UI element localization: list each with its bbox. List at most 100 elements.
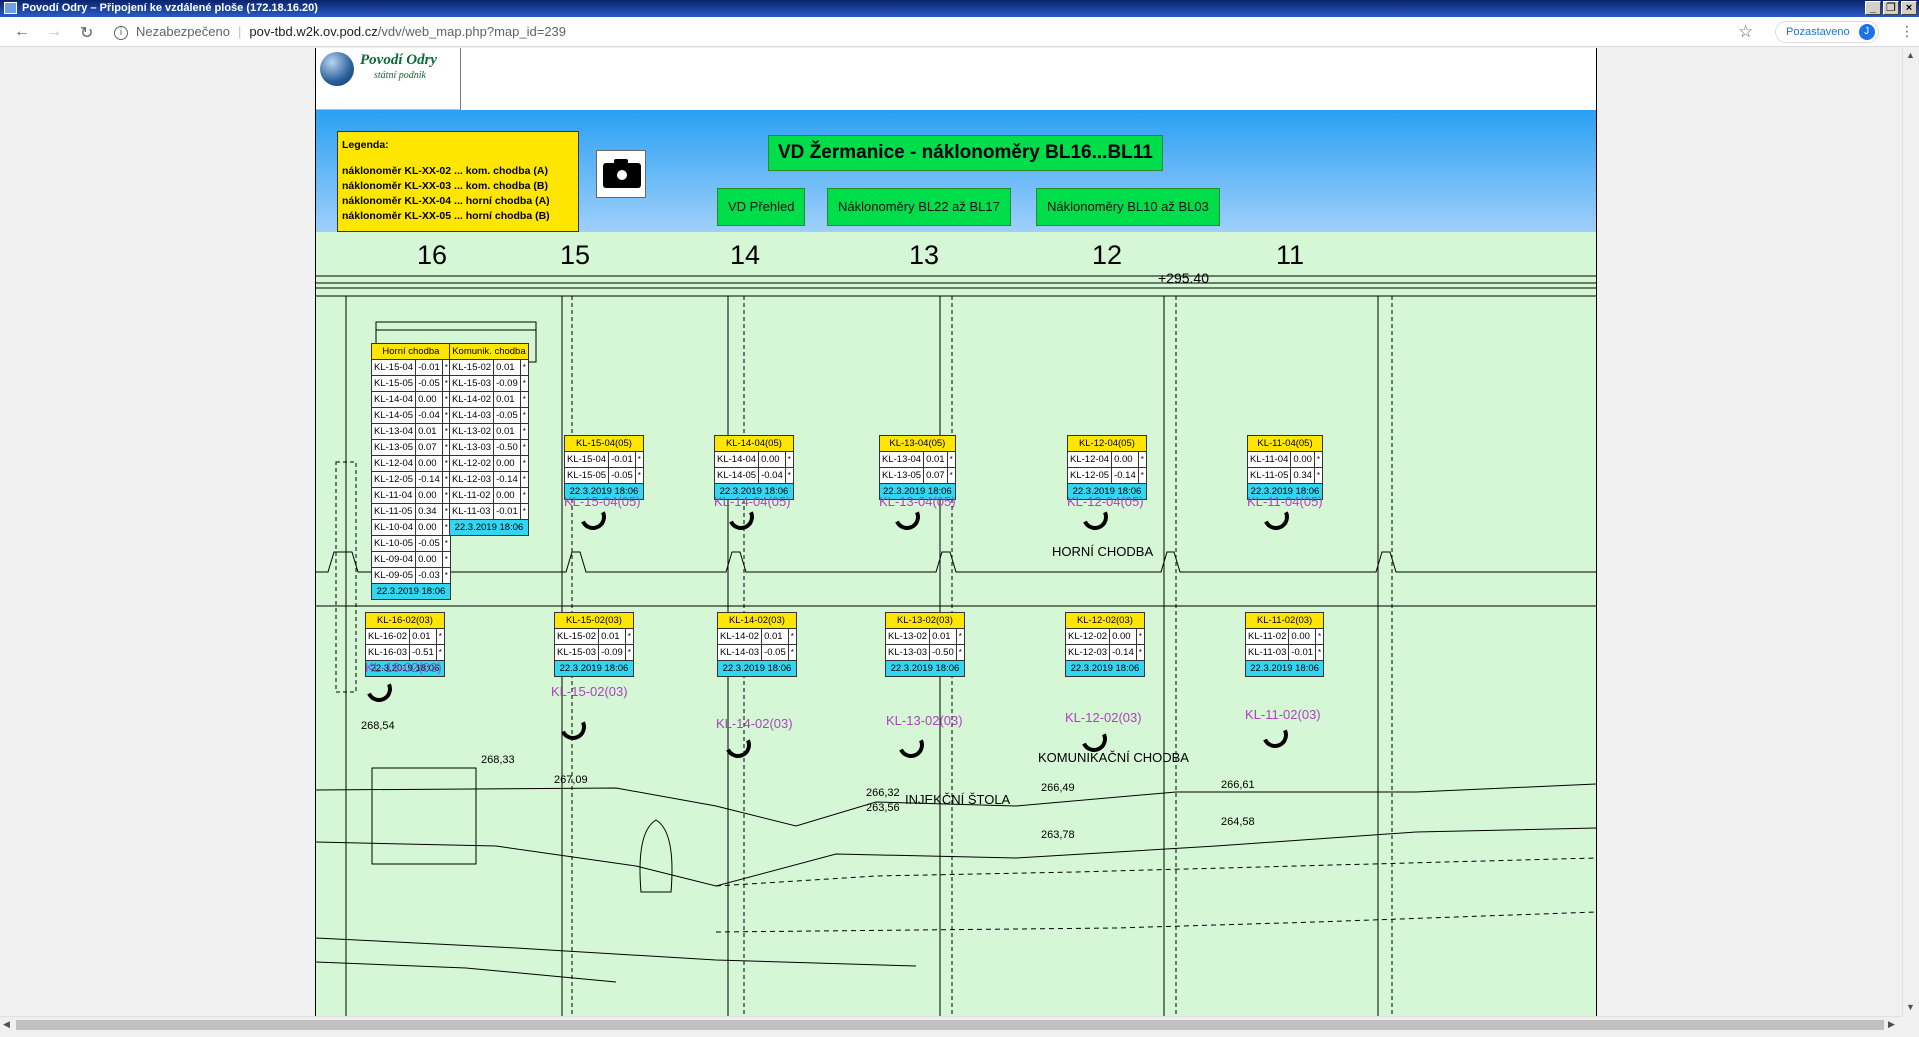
browser-toolbar: ← → ↻ i Nezabezpečeno | pov-tbd.w2k.ov.pod.… bbox=[0, 17, 1919, 47]
vertical-scrollbar[interactable]: ▲ ▼ bbox=[1902, 48, 1919, 1016]
table-row: KL-10-05 -0.05 * bbox=[370, 535, 451, 552]
close-button[interactable]: × bbox=[1901, 1, 1917, 15]
status-mark: * bbox=[441, 567, 451, 584]
sensor-value: -0.05 bbox=[493, 407, 521, 424]
sensor-label[interactable]: KL-13-02(03) bbox=[886, 713, 963, 728]
status-mark: * bbox=[946, 451, 956, 468]
camera-button[interactable] bbox=[596, 150, 646, 198]
sensor-value: -0.01 bbox=[415, 359, 443, 376]
scroll-up-icon[interactable]: ▲ bbox=[1906, 50, 1915, 60]
table-row: KL-15-04 -0.01 * bbox=[563, 451, 644, 468]
minimize-button[interactable]: _ bbox=[1865, 1, 1881, 15]
nav-overview-button[interactable]: VD Přehled bbox=[717, 188, 806, 226]
sensor-id: KL-12-04 bbox=[1066, 451, 1113, 468]
sensor-id: KL-13-02 bbox=[448, 423, 495, 440]
sensor-id: KL-12-02 bbox=[448, 455, 495, 472]
table-row: KL-12-04 0.00 * bbox=[1066, 451, 1147, 468]
sensor-label[interactable]: KL-13-04(05) bbox=[879, 494, 956, 509]
table-row: KL-14-04 0.00 * bbox=[713, 451, 794, 468]
sensor-id: KL-15-02 bbox=[448, 359, 495, 376]
sensor-value: -0.04 bbox=[758, 467, 786, 484]
sensor-table[interactable]: KL-12-04(05) KL-12-04 0.00 * KL-12-05 -0.14 * 2… bbox=[1066, 435, 1147, 500]
table-row: KL-12-04 0.00 * bbox=[370, 455, 451, 472]
profile-status: Pozastaveno bbox=[1786, 26, 1850, 38]
table-row: KL-11-04 0.00 * bbox=[1246, 451, 1324, 468]
profile-button[interactable]: Pozastaveno J bbox=[1775, 21, 1879, 43]
legend-title: Legenda: bbox=[342, 139, 389, 151]
sensor-table[interactable]: KL-11-02(03) KL-11-02 0.00 * KL-11-03 -0.01 * 2… bbox=[1244, 612, 1325, 677]
restore-button[interactable]: ❐ bbox=[1883, 1, 1899, 15]
sensor-label[interactable]: KL-12-02(03) bbox=[1065, 710, 1142, 725]
sensor-value: -0.05 bbox=[608, 467, 636, 484]
back-arrow-icon[interactable]: ← bbox=[14, 23, 30, 41]
scroll-right-icon[interactable]: ▶ bbox=[1888, 1019, 1895, 1030]
sensor-value: 0.00 bbox=[1290, 451, 1315, 468]
status-mark: * bbox=[519, 455, 529, 472]
sensor-value: 0.00 bbox=[758, 451, 786, 468]
sensor-table[interactable]: KL-15-04(05) KL-15-04 -0.01 * KL-15-05 -0.05 *… bbox=[563, 435, 644, 500]
sensor-table[interactable]: KL-12-02(03) KL-12-02 0.00 * KL-12-03 -0.14 * 2… bbox=[1064, 612, 1145, 677]
menu-dots-icon[interactable]: ⋮ bbox=[1900, 23, 1914, 40]
table-header: KL-14-02(03) bbox=[717, 612, 797, 629]
sensor-id: KL-11-03 bbox=[448, 503, 495, 520]
sensor-id: KL-15-04 bbox=[563, 451, 610, 468]
sensor-id: KL-13-05 bbox=[878, 467, 925, 484]
sensor-id: KL-11-02 bbox=[448, 487, 495, 504]
measurement-date: 22.3.2019 18:06 bbox=[1244, 660, 1325, 677]
sensor-table[interactable]: KL-13-04(05) KL-13-04 0.01 * KL-13-05 0.07 * 22… bbox=[878, 435, 956, 500]
sensor-id: KL-14-05 bbox=[370, 407, 417, 424]
nav-bl10-bl03-button[interactable]: Náklonoměry BL10 až BL03 bbox=[1036, 188, 1220, 226]
table-row: KL-14-03 -0.05 * bbox=[716, 644, 797, 661]
scroll-left-icon[interactable]: ◀ bbox=[3, 1019, 10, 1030]
table-row: KL-13-05 0.07 * bbox=[878, 467, 956, 484]
forward-arrow-icon[interactable]: → bbox=[46, 23, 62, 41]
scroll-down-icon[interactable]: ▼ bbox=[1906, 1002, 1915, 1012]
elevation-label: 267,09 bbox=[554, 774, 588, 786]
rdp-title-bar: Povodí Odry – Připojení ke vzdálené ploš… bbox=[0, 0, 1919, 17]
info-icon[interactable]: i bbox=[114, 25, 128, 40]
sensor-label[interactable]: KL-11-02(03) bbox=[1245, 707, 1321, 722]
sensor-label[interactable]: KL-16-02(03) bbox=[365, 660, 442, 675]
legend-box: Legenda: náklonoměr KL-XX-02 ... kom. ch… bbox=[337, 131, 579, 232]
bookmark-star-icon[interactable]: ☆ bbox=[1738, 22, 1753, 42]
table-row: KL-15-02 0.01 * bbox=[448, 359, 529, 376]
sensor-label[interactable]: KL-15-02(03) bbox=[551, 684, 628, 699]
address-bar[interactable]: i Nezabezpečeno | pov-tbd.w2k.ov.pod.cz/vdv… bbox=[114, 20, 1774, 44]
sensor-table[interactable]: KL-14-04(05) KL-14-04 0.00 * KL-14-05 -0.04 * 2… bbox=[713, 435, 794, 500]
sensor-label[interactable]: KL-14-02(03) bbox=[716, 716, 793, 731]
horizontal-scrollbar[interactable]: ◀ ▶ bbox=[0, 1016, 1902, 1033]
sensor-id: KL-15-05 bbox=[370, 375, 417, 392]
measurement-date: 22.3.2019 18:06 bbox=[371, 583, 451, 600]
status-mark: * bbox=[435, 644, 445, 661]
sensor-label[interactable]: KL-12-04(05) bbox=[1067, 494, 1144, 509]
logo[interactable]: Povodí Odry státní podnik bbox=[316, 48, 461, 110]
nav-bl22-bl17-button[interactable]: Náklonoměry BL22 až BL17 bbox=[827, 188, 1011, 226]
block-number-15: 15 bbox=[560, 240, 591, 270]
sensor-table[interactable]: KL-15-02(03) KL-15-02 0.01 * KL-15-03 -0.09 * 2… bbox=[553, 612, 634, 677]
sensor-table[interactable]: KL-11-04(05) KL-11-04 0.00 * KL-11-05 0.34 * 22… bbox=[1246, 435, 1324, 500]
window-title: Povodí Odry – Připojení ke vzdálené ploš… bbox=[22, 2, 318, 14]
sensor-value: 0.00 bbox=[493, 455, 521, 472]
sensor-value: -0.14 bbox=[415, 471, 443, 488]
sensor-label[interactable]: KL-14-04(05) bbox=[714, 494, 791, 509]
sensor-value: 0.01 bbox=[929, 628, 957, 645]
sensor-table[interactable]: KL-14-02(03) KL-14-02 0.01 * KL-14-03 -0.05 * 2… bbox=[716, 612, 797, 677]
sensor-table[interactable]: KL-13-02(03) KL-13-02 0.01 * KL-13-03 -0.50 * 2… bbox=[884, 612, 965, 677]
sensor-value: 0.34 bbox=[415, 503, 443, 520]
table-row: KL-12-02 0.00 * bbox=[1064, 628, 1145, 645]
sensor-id: KL-11-04 bbox=[1246, 451, 1292, 468]
sensor-id: KL-14-03 bbox=[716, 644, 763, 661]
url-path: /vdv/web_map.php?map_id=239 bbox=[377, 24, 567, 39]
table-header: KL-12-04(05) bbox=[1067, 435, 1147, 452]
status-mark: * bbox=[1315, 644, 1325, 661]
sensor-id: KL-12-03 bbox=[1064, 644, 1111, 661]
sensor-id: KL-13-03 bbox=[884, 644, 931, 661]
reload-icon[interactable]: ↻ bbox=[80, 23, 93, 43]
table-row: KL-12-02 0.00 * bbox=[448, 455, 529, 472]
elevation-label: 263,56 bbox=[866, 802, 900, 814]
sensor-id: KL-14-03 bbox=[448, 407, 495, 424]
scroll-thumb[interactable] bbox=[16, 1020, 1884, 1030]
sensor-value: 0.00 bbox=[415, 551, 443, 568]
url-host: pov-tbd.w2k.ov.pod.cz bbox=[249, 24, 378, 39]
sensor-id: KL-14-05 bbox=[713, 467, 760, 484]
